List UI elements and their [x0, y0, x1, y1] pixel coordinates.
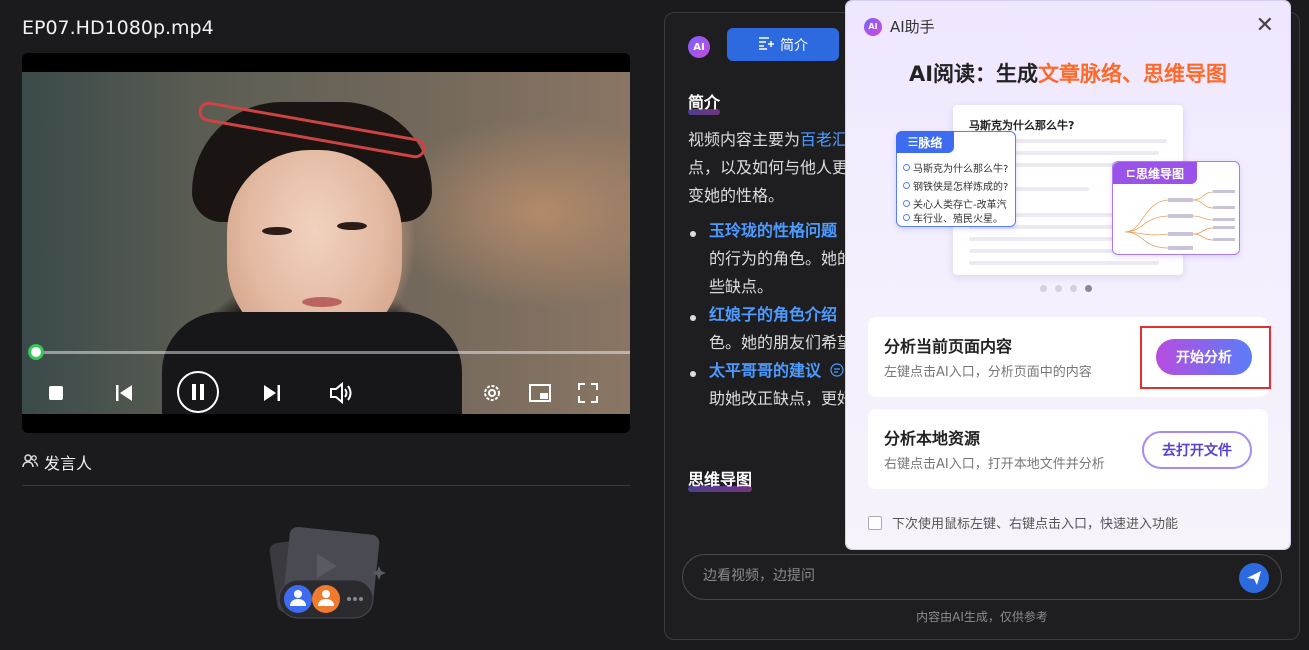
intro-line-2: 点，以及如何与他人更: [688, 158, 849, 177]
next-icon[interactable]: [260, 379, 284, 407]
carousel-dot[interactable]: [1055, 285, 1062, 292]
tab-summary[interactable]: 简介: [727, 28, 839, 61]
open-file-button[interactable]: 去打开文件: [1142, 431, 1252, 469]
headline-accent: 文章脉络、思维导图: [1038, 62, 1228, 86]
fullscreen-icon[interactable]: [576, 379, 600, 407]
progress-bar[interactable]: [36, 351, 630, 354]
bullet-dot: [690, 371, 696, 377]
summary-list-icon: [758, 36, 774, 54]
intro-line-1-prefix: 视频内容主要为: [688, 130, 801, 149]
close-icon[interactable]: ✕: [1256, 15, 1274, 37]
outline-item: 马斯克为什么那么牛?: [902, 160, 1008, 175]
outline-label: ☰ 脉络: [896, 131, 954, 153]
intro-line-1: 视频内容主要为百老汇: [688, 126, 848, 154]
outline-item: 钢铁侠是怎样炼成的?: [902, 178, 1008, 193]
analyze-local-card: 分析本地资源 右键点击AI入口，打开本地文件并分析 去打开文件: [868, 409, 1268, 489]
intro-line-3: 变她的性格。: [688, 186, 785, 205]
send-icon[interactable]: [1239, 563, 1269, 593]
bullet-2-title[interactable]: 红娘子的角色介绍: [709, 301, 837, 329]
bullet-3-title[interactable]: 太平哥哥的建议: [709, 357, 844, 386]
mindmap-branches: [1124, 190, 1235, 250]
settings-gear-icon[interactable]: [480, 379, 504, 407]
ai-disclaimer: 内容由AI生成，仅供参考: [916, 610, 1048, 624]
quick-entry-checkbox[interactable]: [868, 515, 882, 530]
bullet-1-line-2: 的行为的角色。她的: [709, 249, 854, 268]
analyze-page-subtitle: 左键点击AI入口，分析页面中的内容: [884, 365, 1092, 380]
intro-heading: 简介: [688, 89, 721, 115]
frame-lips: [302, 297, 342, 307]
speaker-section-title: 发言人: [22, 450, 92, 474]
carousel-dots: [1040, 285, 1092, 292]
highlight-frame: [1140, 326, 1271, 389]
stop-icon[interactable]: [46, 379, 66, 407]
ai-logo-icon: AI: [688, 36, 710, 58]
ai-assistant-logo-icon: AI: [864, 17, 882, 36]
bullet-2-title-text[interactable]: 红娘子的角色介绍: [709, 305, 837, 324]
video-frame[interactable]: [22, 72, 630, 414]
outline-item: 车行业、殖民火星。: [903, 210, 1003, 225]
mindmap-heading: 思维导图: [688, 466, 753, 492]
analyze-local-subtitle: 右键点击AI入口，打开本地文件并分析: [884, 457, 1105, 472]
volume-icon[interactable]: [328, 379, 354, 407]
frame-eye-right: [337, 222, 367, 230]
bullet-dot: [690, 231, 696, 237]
progress-knob[interactable]: [28, 344, 44, 360]
quick-entry-label: 下次使用鼠标左键、右键点击入口，快速进入功能: [892, 517, 1179, 532]
analyze-local-title: 分析本地资源: [884, 429, 981, 448]
video-title: EP07.HD1080p.mp4: [22, 17, 214, 39]
carousel-dot[interactable]: [1070, 285, 1077, 292]
headline-prefix: AI阅读：生成: [908, 62, 1039, 86]
picture-in-picture-icon[interactable]: [528, 379, 552, 407]
subtitle-icon[interactable]: [830, 358, 844, 386]
carousel-dot-active[interactable]: [1085, 285, 1092, 292]
people-icon: [22, 453, 39, 472]
bullet-3-line-2: 助她改正缺点，更好: [709, 389, 854, 408]
quick-entry-option[interactable]: 下次使用鼠标左键、右键点击入口，快速进入功能: [868, 513, 1178, 532]
popup-title: AI助手: [890, 18, 935, 36]
analyze-page-title: 分析当前页面内容: [884, 337, 1013, 356]
bullet-3-title-text[interactable]: 太平哥哥的建议: [709, 361, 821, 380]
bullet-1-title-text[interactable]: 玉玲珑的性格问题: [709, 221, 837, 240]
ai-assistant-popup: AI AI助手 ✕ AI阅读：生成文章脉络、思维导图 马斯克为什么那么牛? ☰ …: [846, 1, 1290, 549]
video-player[interactable]: [22, 53, 630, 433]
popup-header: AI AI助手: [864, 16, 935, 37]
ask-question-input[interactable]: [701, 567, 1221, 585]
speaker-label: 发言人: [44, 454, 93, 473]
bullet-dot: [690, 315, 696, 321]
outline-item: 关心人类存亡-改革汽: [903, 196, 1007, 211]
intro-link[interactable]: 百老汇: [800, 130, 848, 149]
previous-icon[interactable]: [112, 379, 136, 407]
frame-eye-left: [262, 227, 292, 235]
ask-question-box[interactable]: [682, 554, 1282, 600]
bullet-1-title[interactable]: 玉玲珑的性格问题: [709, 217, 837, 245]
popup-headline: AI阅读：生成文章脉络、思维导图: [846, 58, 1290, 88]
carousel-dot[interactable]: [1040, 285, 1047, 292]
bullet-1-line-3: 些缺点。: [709, 277, 774, 296]
bullet-2-line-2: 色。她的朋友们希望: [709, 333, 854, 352]
preview-outline-card: ☰ 脉络 马斯克为什么那么牛? 钢铁侠是怎样炼成的? 关心人类存亡-改革汽 车行…: [896, 131, 1016, 227]
speaker-divider: [22, 485, 630, 486]
pause-icon[interactable]: [177, 371, 219, 413]
preview-mindmap-card: ⊏ 思维导图: [1112, 161, 1240, 255]
tab-summary-label: 简介: [780, 37, 808, 54]
empty-speaker-illustration: [265, 522, 390, 622]
